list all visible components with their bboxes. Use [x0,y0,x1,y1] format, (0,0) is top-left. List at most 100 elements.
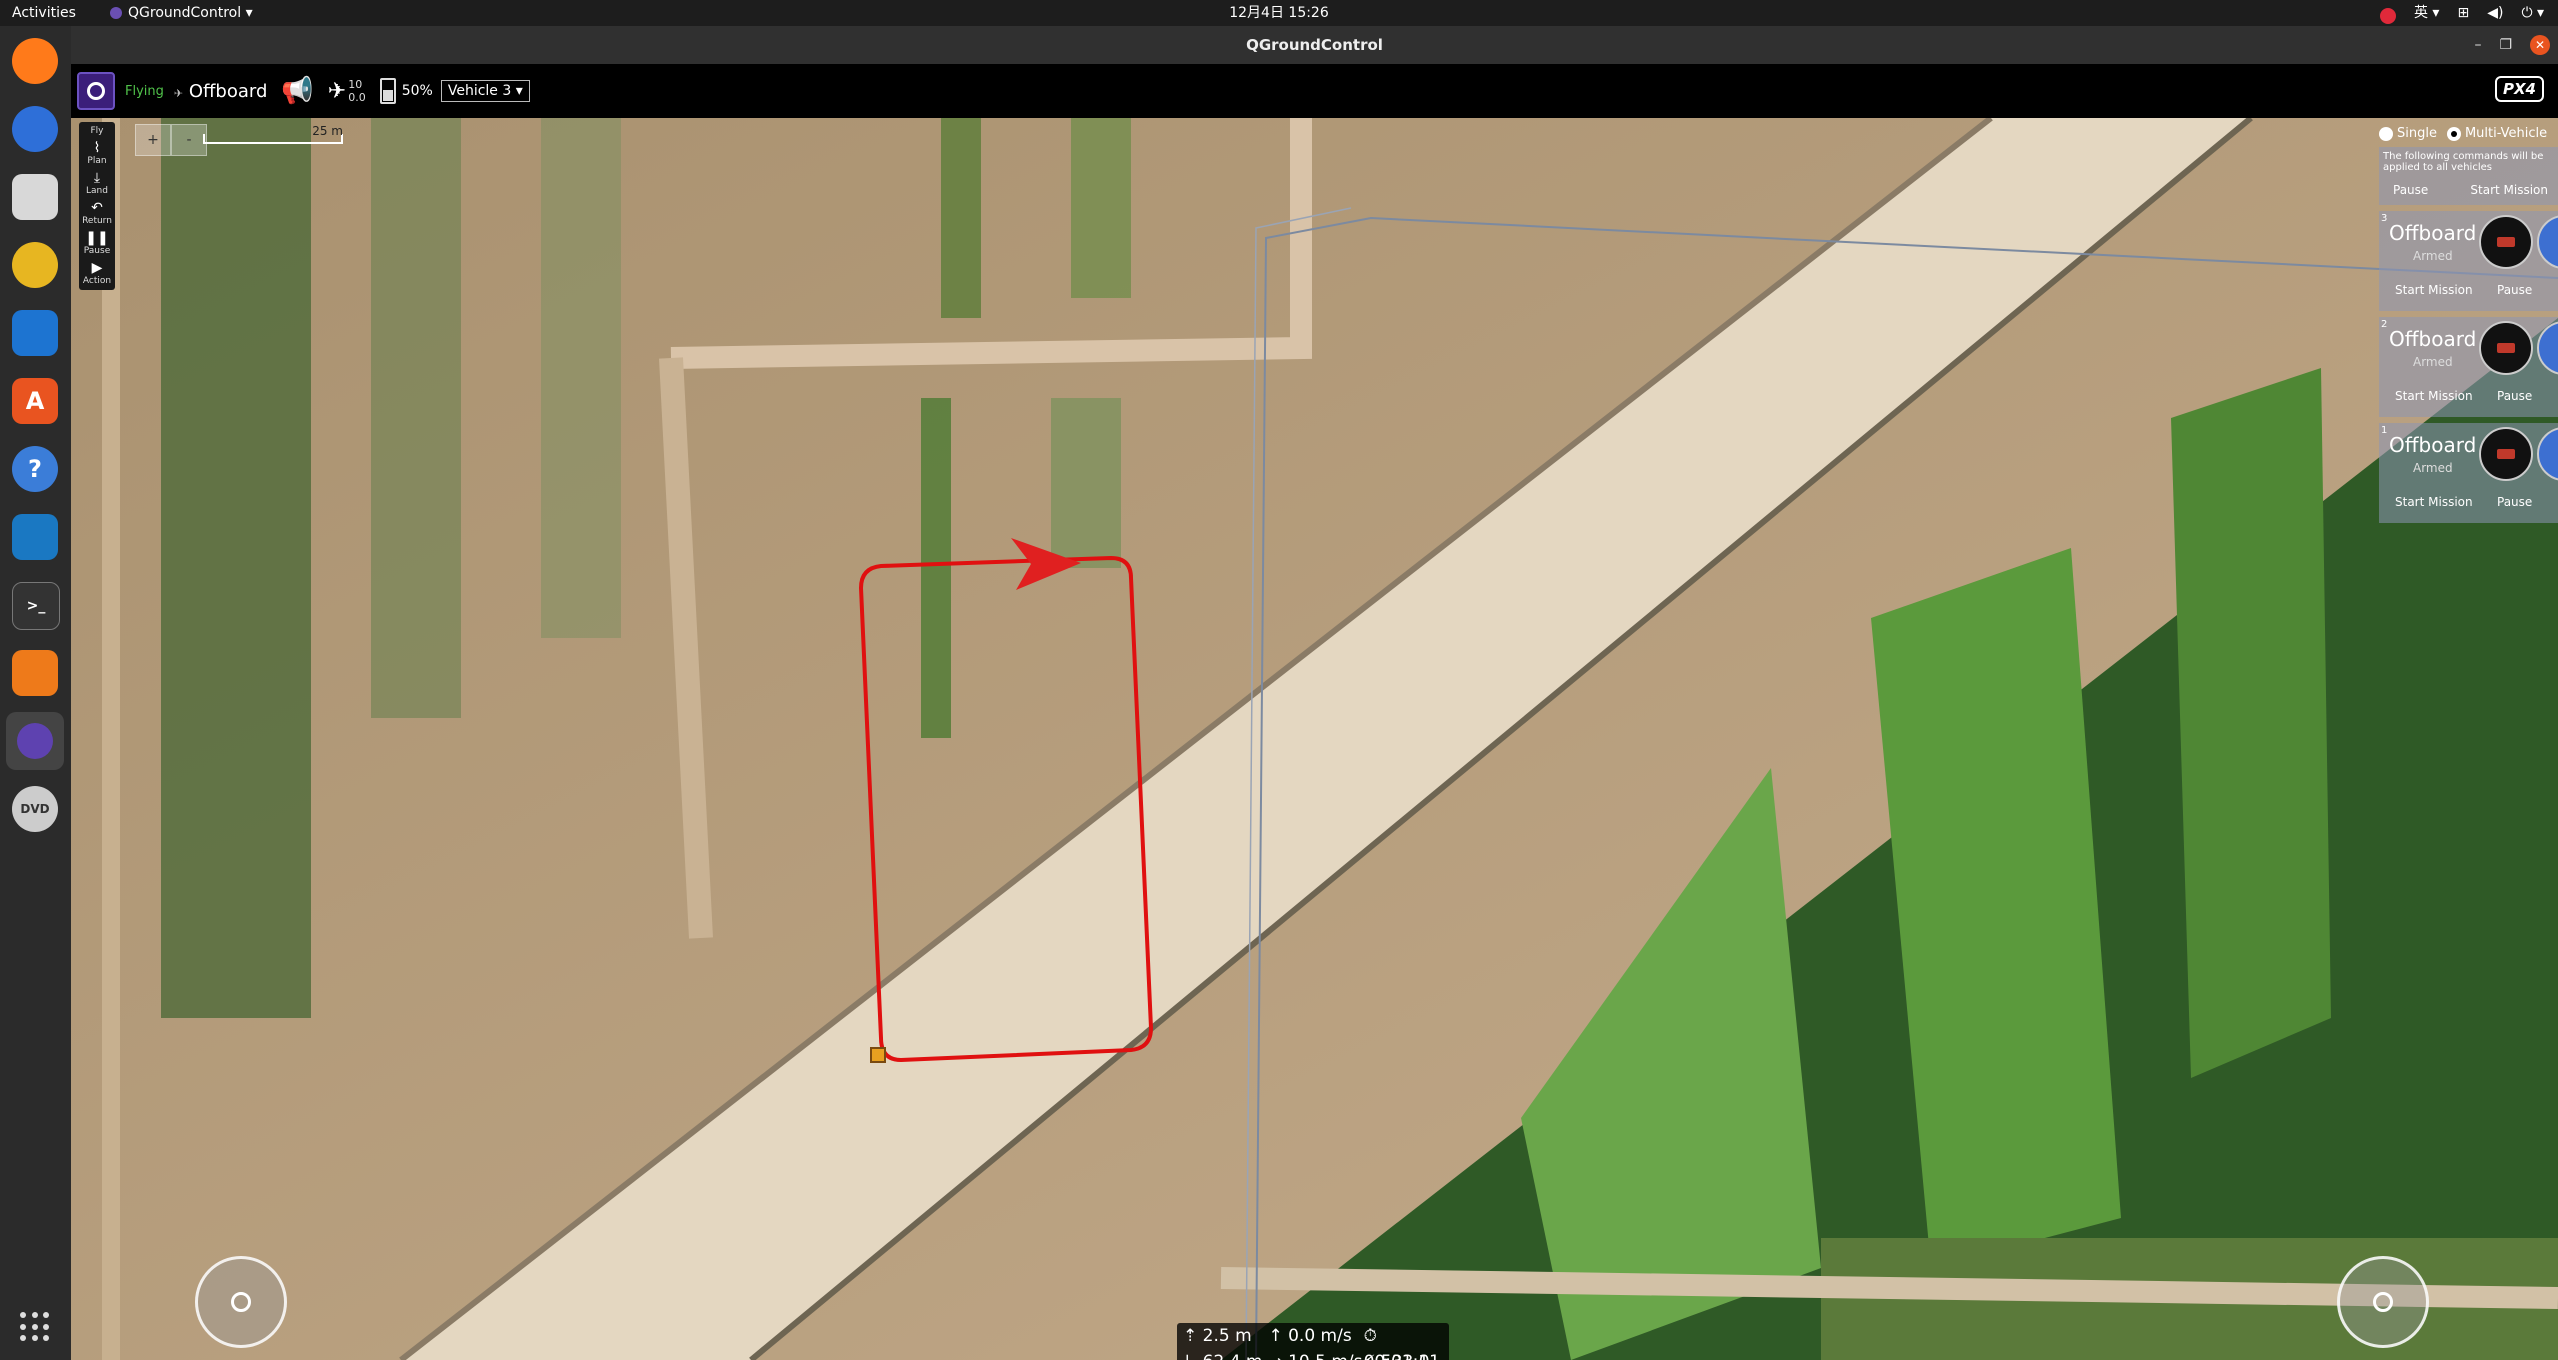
toolstrip-action[interactable]: ▶ Action [79,256,115,286]
vertical-speed-value: ↑ 0.0 m/s [1268,1326,1352,1346]
map-view[interactable]: Fly ⌇ Plan ⤓ Land ↶ Return ❚❚ Pause ▶ Action … [71,118,2558,1360]
vehicle-mode[interactable]: Offboard [2389,221,2476,245]
land-icon: ⤓ [93,170,101,186]
show-apps-icon[interactable] [20,1312,50,1342]
help-icon[interactable]: ? [12,446,58,492]
minimize-icon[interactable]: – [2474,26,2481,64]
window-titlebar[interactable]: QGroundControl – ❐ ✕ [71,26,2558,64]
telemetry-bar[interactable]: ⇡ 2.5 m ↑ 0.0 m/s ⏱ 00:01:11 ↳ 62.4 m → … [1177,1323,1449,1360]
flight-mode-label: Offboard [188,80,268,102]
multi-vehicle-radio[interactable]: Multi-Vehicle [2446,126,2548,141]
attitude-indicator-icon [2537,215,2558,269]
flight-mode-selector[interactable]: ✈ Offboard [174,81,268,102]
left-joystick[interactable] [195,1256,287,1348]
toolstrip-return-label: Return [82,216,112,226]
dock: A ? >_ DVD [0,26,71,1360]
power-icon[interactable]: ⏻ ▾ [2521,0,2544,26]
right-joystick[interactable] [2337,1256,2429,1348]
activities-button[interactable]: Activities [12,0,76,26]
zoom-in-button[interactable]: + [135,124,171,156]
zoom-controls: + - [135,124,207,156]
toolstrip-plan[interactable]: ⌇ Plan [79,136,115,166]
vehicle-start-mission-button[interactable]: Start Mission [2395,389,2473,403]
return-icon: ↶ [91,200,103,216]
satellite-imagery [71,118,2558,1360]
vehicle-card: 3 Offboard Armed Start Mission Pause [2379,211,2558,311]
vscode-icon[interactable] [12,514,58,560]
right-joystick-knob[interactable] [2373,1292,2393,1312]
terminal-icon[interactable]: >_ [12,582,60,630]
rhythmbox-icon[interactable] [12,242,58,288]
compass-icon [2479,215,2533,269]
vehicle-id: 2 [2381,319,2388,330]
toolstrip-fly[interactable]: Fly [79,122,115,136]
flight-time-value: ⏱ 00:01:11 [1363,1326,1440,1360]
attitude-indicator-icon [2537,321,2558,375]
vehicle-id: 1 [2381,425,2388,436]
multi-vehicle-panel: Single Multi-Vehicle The following comma… [2373,118,2558,523]
vehicle-card: 1 Offboard Armed Start Mission Pause [2379,423,2558,523]
thunderbird-icon[interactable] [12,106,58,152]
input-method[interactable]: 英 ▾ [2414,0,2439,26]
toolstrip-land[interactable]: ⤓ Land [79,166,115,196]
gps-icon[interactable]: ✈ [328,79,346,104]
single-radio-circle [2379,126,2393,141]
firefox-icon[interactable] [12,38,58,84]
vehicle-pause-button[interactable]: Pause [2497,495,2532,509]
vehicle-armed-state: Armed [2413,461,2453,475]
messages-icon[interactable]: 📢 [281,76,313,106]
pause-icon: ❚❚ [85,230,109,246]
map-scale-label: 25 m [312,124,343,138]
attitude-indicator-icon [2537,427,2558,481]
vehicle-selector[interactable]: Vehicle 3 ▾ [440,80,530,102]
qgc-app-icon [110,7,122,19]
toolstrip-fly-label: Fly [90,126,104,136]
vehicle-id: 3 [2381,213,2388,224]
vehicle-pause-button[interactable]: Pause [2497,283,2532,297]
app-center-icon[interactable]: A [12,378,58,424]
vehicle-mode[interactable]: Offboard [2389,327,2476,351]
vehicle-start-mission-button[interactable]: Start Mission [2395,283,2473,297]
hdop-value: 0.0 [348,91,366,104]
gps-status: 10 0.0 [348,78,366,104]
sublime-icon[interactable] [12,650,58,696]
zoom-out-button[interactable]: - [171,124,207,156]
distance-home-value: ⚡ 533.0 m [1364,1349,1449,1360]
system-tray[interactable]: 英 ▾ ⊞ ◀) ⏻ ▾ [2379,0,2544,26]
all-pause-button[interactable]: Pause [2393,183,2428,197]
all-start-mission-button[interactable]: Start Mission [2470,183,2548,197]
left-joystick-knob[interactable] [231,1292,251,1312]
multi-radio-label: Multi-Vehicle [2464,126,2548,141]
sat-count: 10 [348,78,363,91]
app-menu[interactable]: QGroundControl ▾ [110,0,253,26]
files-icon[interactable] [12,174,58,220]
close-icon[interactable]: ✕ [2530,35,2550,55]
vehicle-start-mission-button[interactable]: Start Mission [2395,495,2473,509]
map-scale: 25 m [203,124,343,144]
network-icon[interactable]: ⊞ [2457,0,2469,26]
clock[interactable]: 12月4日 15:26 [0,0,2558,26]
dvd-icon[interactable]: DVD [12,786,58,832]
vehicle-pause-button[interactable]: Pause [2497,389,2532,403]
vehicle-mode[interactable]: Offboard [2389,433,2476,457]
action-icon: ▶ [91,260,103,276]
single-radio-label: Single [2397,126,2437,141]
writer-icon[interactable] [12,310,58,356]
all-vehicles-note: The following commands will be applied t… [2383,151,2544,173]
compass-icon [2479,321,2533,375]
qgc-window: QGroundControl – ❐ ✕ Flying ✈ Offboard 📢… [71,26,2558,1360]
vehicle-card: 2 Offboard Armed Start Mission Pause [2379,317,2558,417]
battery-icon[interactable] [379,78,396,104]
volume-icon[interactable]: ◀) [2487,0,2503,26]
distance-value: ↳ 62.4 m [1183,1349,1268,1360]
qgc-logo-button[interactable] [77,72,115,110]
toolstrip-pause[interactable]: ❚❚ Pause [79,226,115,256]
compass-icon [2479,427,2533,481]
toolstrip-return[interactable]: ↶ Return [79,196,115,226]
do-not-disturb-icon[interactable] [2379,7,2396,24]
horizontal-speed-value: → 10.5 m/s [1268,1349,1363,1360]
maximize-icon[interactable]: ❐ [2499,26,2512,64]
toolstrip-land-label: Land [86,186,108,196]
single-radio[interactable]: Single [2379,126,2437,141]
qgroundcontrol-icon[interactable] [6,712,64,770]
